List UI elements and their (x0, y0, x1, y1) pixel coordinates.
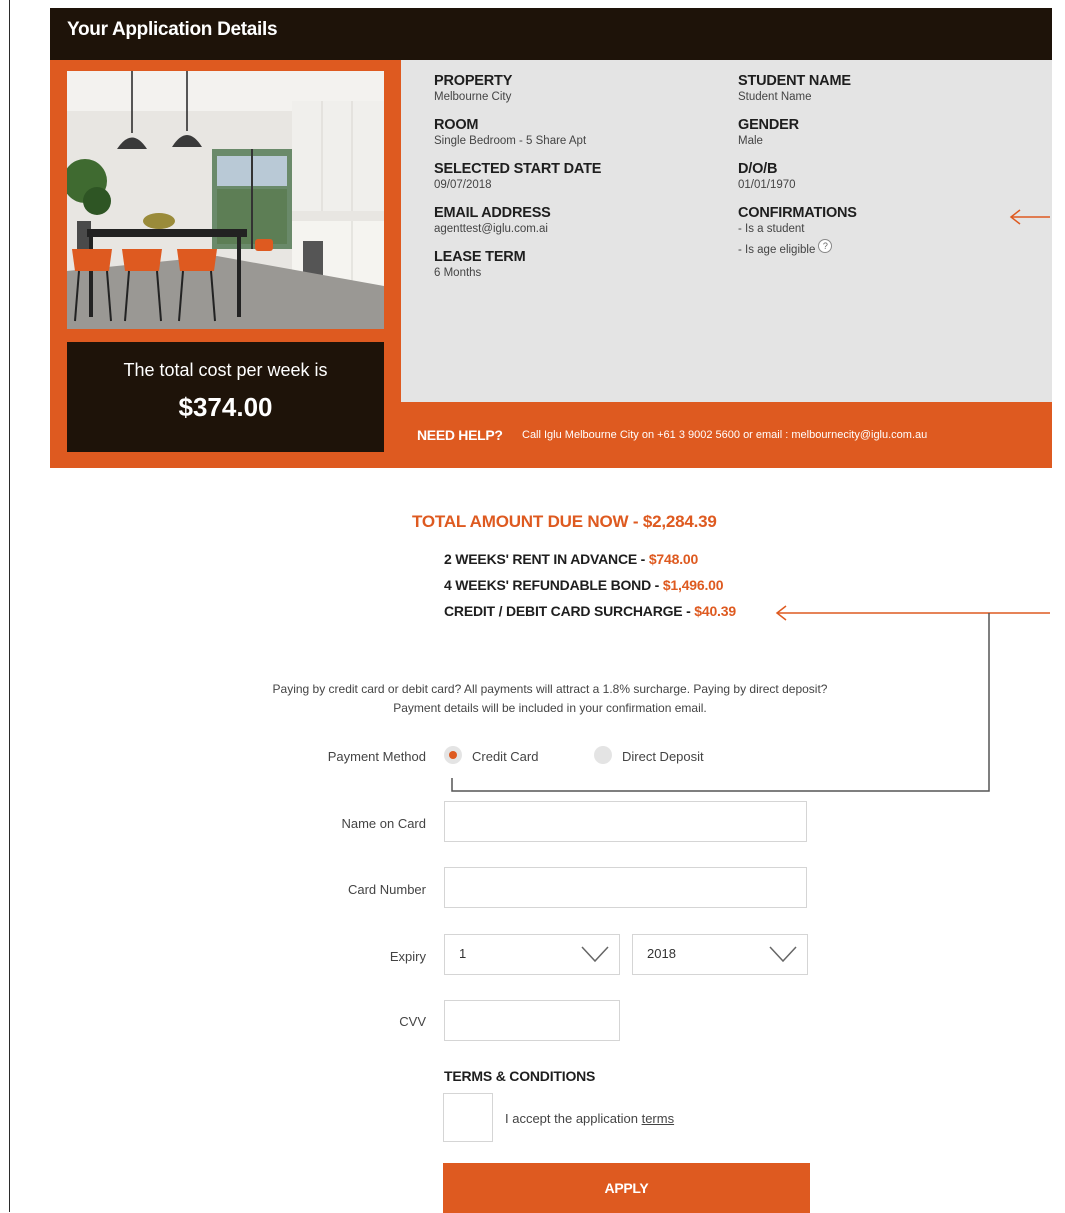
line-item-amount: $748.00 (648, 551, 699, 567)
credit-card-radio[interactable] (444, 746, 462, 764)
cvv-input[interactable] (444, 1000, 620, 1041)
terms-link[interactable]: terms (642, 1111, 675, 1126)
terms-title: TERMS & CONDITIONS (444, 1068, 596, 1084)
expiry-month-select[interactable]: 1 (444, 934, 620, 975)
accept-terms-label: I accept the application (505, 1111, 642, 1126)
payment-surcharge-note: Paying by credit card or debit card? All… (272, 682, 828, 715)
expiry-year-select[interactable]: 2018 (632, 934, 808, 975)
direct-deposit-radio[interactable] (594, 746, 612, 764)
credit-card-option-label[interactable]: Credit Card (472, 749, 538, 764)
card-surcharge-line: CREDIT / DEBIT CARD SURCHARGE - $40.39 (444, 603, 736, 619)
card-number-label: Card Number (347, 882, 426, 897)
line-item-label: 4 WEEKS' REFUNDABLE BOND - (444, 577, 663, 593)
direct-deposit-option-label[interactable]: Direct Deposit (622, 749, 704, 764)
total-amount-due: TOTAL AMOUNT DUE NOW - $2,284.39 (412, 512, 717, 531)
line-item-label: 2 WEEKS' RENT IN ADVANCE - (444, 551, 649, 567)
card-number-input[interactable] (444, 867, 807, 908)
accept-terms-text: I accept the application terms (505, 1111, 674, 1126)
apply-button[interactable]: APPLY (443, 1163, 810, 1213)
chevron-down-icon (581, 946, 609, 963)
expiry-label: Expiry (389, 949, 426, 964)
rent-in-advance-line: 2 WEEKS' RENT IN ADVANCE - $748.00 (444, 551, 698, 567)
refundable-bond-line: 4 WEEKS' REFUNDABLE BOND - $1,496.00 (444, 577, 724, 593)
line-item-amount: $40.39 (694, 603, 736, 619)
expiry-month-value: 1 (459, 946, 467, 961)
line-item-amount: $1,496.00 (662, 577, 724, 593)
name-on-card-input[interactable] (444, 801, 807, 842)
accept-terms-checkbox[interactable] (443, 1093, 493, 1142)
name-on-card-label: Name on Card (341, 816, 426, 831)
payment-method-label: Payment Method (327, 749, 426, 764)
expiry-year-value: 2018 (647, 946, 676, 961)
line-item-label: CREDIT / DEBIT CARD SURCHARGE - (444, 603, 695, 619)
cvv-label: CVV (399, 1014, 426, 1029)
chevron-down-icon (769, 946, 797, 963)
